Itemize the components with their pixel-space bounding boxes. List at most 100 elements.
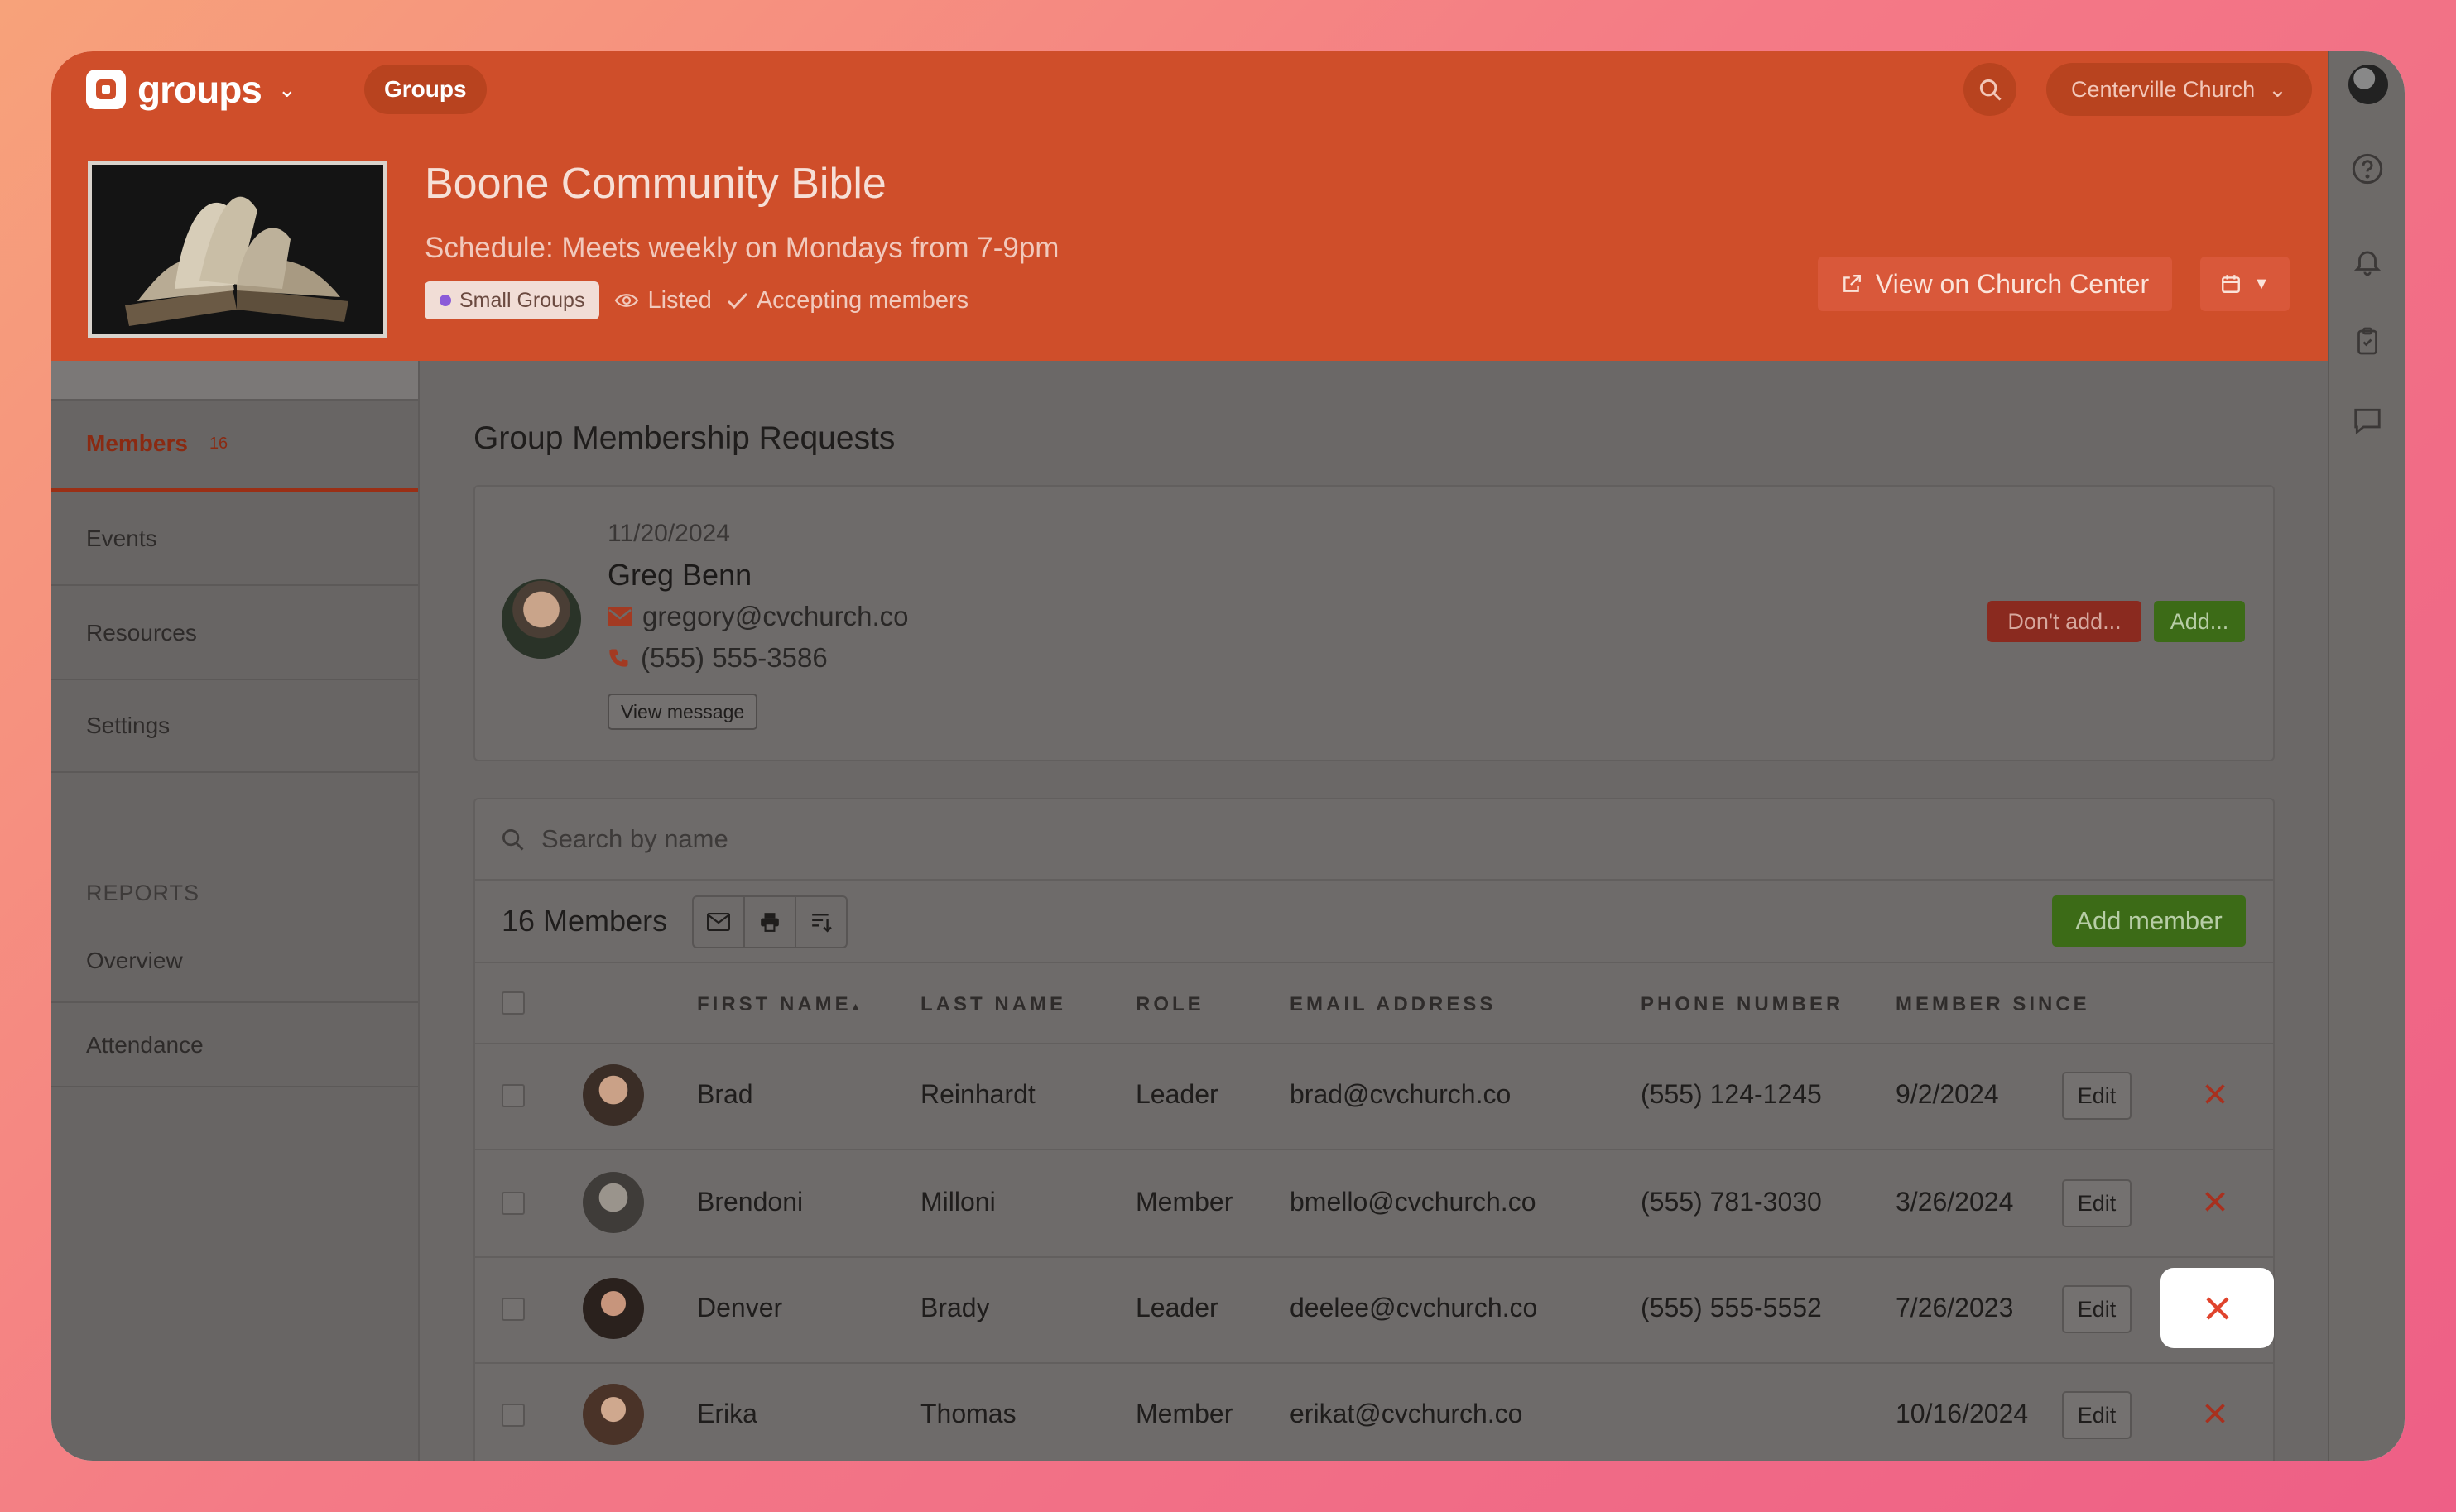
group-image [88,161,387,338]
sidebar-item-events[interactable]: Events [51,493,418,586]
enrollment-status: Accepting members [727,287,968,314]
close-icon [2205,1192,2225,1212]
help-icon [2352,153,2383,185]
avatar [583,1172,644,1233]
email: deelee@cvchurch.co [1290,1293,1538,1322]
mail-icon [608,607,632,626]
sidebar-item-settings[interactable]: Settings [51,680,418,773]
main-content: Group Membership Requests 11/20/2024 Gre… [420,361,2328,1461]
close-icon [2205,1084,2225,1104]
dont-add-button[interactable]: Don't add... [1987,601,2141,642]
sidebar-top-strip [51,361,418,401]
members-table-card: 16 Members Add member FIRS [473,798,2275,1461]
group-type-label: Small Groups [459,288,585,312]
remove-member-button[interactable] [2195,1074,2235,1114]
member-since: 10/16/2024 [1896,1399,2029,1428]
email: erikat@cvchurch.co [1290,1399,1523,1428]
view-message-button[interactable]: View message [608,694,758,730]
first-name: Denver [697,1293,783,1322]
edit-button[interactable]: Edit [2062,1072,2132,1120]
member-since: 7/26/2023 [1896,1293,2014,1322]
sort-list-icon [812,914,832,933]
caret-down-icon: ▼ [2253,274,2270,293]
last-name: Milloni [920,1187,996,1217]
group-sidebar: Members 16 Events Resources Settings REP… [51,361,420,1461]
right-rail [2328,51,2405,1461]
church-switcher[interactable]: Centerville Church ⌄ [2046,63,2312,116]
avatar [583,1384,644,1445]
messages-button[interactable] [2349,402,2386,439]
eye-icon [615,294,639,307]
select-all-checkbox[interactable] [502,991,525,1015]
column-first-name[interactable]: FIRST NAME▲ [697,993,862,1016]
help-button[interactable] [2349,151,2386,187]
members-toolbar: 16 Members Add member [475,879,2273,963]
phone: (555) 555-5552 [1641,1293,1822,1322]
column-role[interactable]: ROLE [1136,993,1204,1016]
chevron-down-icon: ⌄ [2268,76,2287,102]
open-bible-image [92,165,383,334]
column-last-name[interactable]: LAST NAME [920,993,1066,1016]
row-checkbox[interactable] [502,1192,525,1215]
first-name: Brendoni [697,1187,804,1217]
edit-button[interactable]: Edit [2062,1285,2132,1333]
email-members-button[interactable] [694,897,745,947]
calendar-dropdown-button[interactable]: ▼ [2200,257,2290,311]
row-checkbox[interactable] [502,1404,525,1427]
groups-logo-icon [86,70,126,109]
requester-email: gregory@cvchurch.co [608,601,908,632]
column-email[interactable]: EMAIL ADDRESS [1290,993,1496,1016]
edit-button[interactable]: Edit [2062,1391,2132,1439]
clipboard-check-icon [2357,327,2377,355]
tasks-button[interactable] [2349,323,2386,359]
sidebar-item-resources[interactable]: Resources [51,588,418,680]
nav-tab-groups[interactable]: Groups [364,65,487,114]
calendar-icon [2222,275,2241,293]
sidebar-item-label: Resources [86,620,197,646]
app-window: groups ⌄ Groups Centerville Church ⌄ Boo… [51,51,2405,1461]
app-logo[interactable]: groups ⌄ [86,66,296,113]
sidebar-item-label: Overview [86,948,183,973]
row-checkbox[interactable] [502,1298,525,1321]
sort-members-button[interactable] [796,897,846,947]
first-name: Brad [697,1079,753,1109]
sidebar-item-members[interactable]: Members 16 [51,399,418,492]
search-button[interactable] [1963,63,2016,116]
role: Leader [1136,1079,1218,1109]
search-icon [1979,79,2002,101]
add-request-button[interactable]: Add... [2154,601,2245,642]
members-count: 16 Members [502,904,668,938]
search-input[interactable] [540,823,1785,855]
church-name: Centerville Church [2071,76,2256,102]
column-member-since[interactable]: MEMBER SINCE [1896,993,2090,1016]
group-type-chip[interactable]: Small Groups [425,281,600,319]
notifications-button[interactable] [2349,243,2386,280]
close-icon [2205,1296,2229,1320]
add-member-button[interactable]: Add member [2052,895,2246,947]
last-name: Brady [920,1293,990,1322]
requester-email-text[interactable]: gregory@cvchurch.co [642,601,908,632]
visibility-status: Listed [614,287,712,314]
sidebar-item-label: Events [86,526,157,551]
role: Member [1136,1187,1233,1217]
group-header: Boone Community Bible Schedule: Meets we… [51,127,2328,361]
top-nav: groups ⌄ Groups Centerville Church ⌄ [51,51,2328,127]
sidebar-item-attendance[interactable]: Attendance [51,1005,418,1087]
sidebar-item-label: Settings [86,713,171,738]
remove-member-button-highlighted[interactable] [2160,1268,2274,1348]
print-members-button[interactable] [745,897,796,947]
view-on-church-center-button[interactable]: View on Church Center [1818,257,2172,311]
requester-phone: (555) 555-3586 [608,642,828,674]
edit-button[interactable]: Edit [2062,1179,2132,1227]
row-checkbox[interactable] [502,1084,525,1107]
sidebar-item-overview[interactable]: Overview [51,920,418,1003]
remove-member-button[interactable] [2195,1394,2235,1433]
column-label: FIRST NAME [697,993,852,1015]
requester-phone-text[interactable]: (555) 555-3586 [641,642,828,674]
remove-member-button[interactable] [2195,1182,2235,1222]
membership-request-card: 11/20/2024 Greg Benn gregory@cvchurch.co… [473,485,2275,761]
chat-icon [2354,408,2381,435]
column-phone[interactable]: PHONE NUMBER [1641,993,1843,1016]
user-avatar[interactable] [2348,65,2388,104]
avatar [583,1278,644,1339]
